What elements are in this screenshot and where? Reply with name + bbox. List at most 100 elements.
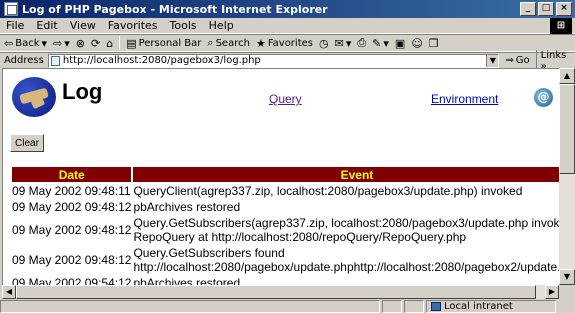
go-button[interactable]: ⇒ Go <box>505 55 529 66</box>
address-input[interactable]: http://localhost:2080/pagebox3/log.php ▼ <box>47 53 500 68</box>
event-cell: Query.GetSubscribers(agrep337.zip, local… <box>133 216 559 244</box>
search-button[interactable]: ⌕ Search <box>207 36 250 50</box>
title-bar: Log of PHP Pagebox - Microsoft Internet … <box>0 0 575 18</box>
chevron-down-icon: ▾ <box>383 36 389 50</box>
page-icon <box>4 2 18 16</box>
date-cell: 09 May 2002 09:54:12 <box>12 276 132 285</box>
history-button[interactable]: ◷ <box>319 37 329 50</box>
address-url: http://localhost:2080/pagebox3/log.php <box>62 55 261 66</box>
address-label: Address <box>4 55 44 66</box>
date-cell: 09 May 2002 09:48:12 <box>12 253 132 267</box>
discuss-button[interactable]: ▣ <box>395 37 405 50</box>
globe-logo-icon <box>12 77 56 117</box>
home-button[interactable]: ⌂ <box>106 37 113 50</box>
date-cell: 09 May 2002 09:48:11 <box>12 184 131 198</box>
query-link[interactable]: Query <box>269 92 302 106</box>
close-button[interactable]: × <box>556 2 572 16</box>
table-row: 09 May 2002 09:48:12 Query.GetSubscriber… <box>12 246 559 274</box>
scroll-left-icon[interactable]: ◀ <box>2 285 16 299</box>
minimize-button[interactable]: _ <box>520 2 536 16</box>
menu-edit[interactable]: Edit <box>35 19 58 32</box>
favorites-button[interactable]: ★ Favorites <box>256 37 313 50</box>
go-label: Go <box>515 55 530 66</box>
links-label: Links <box>540 49 567 61</box>
chevron-down-icon: ▾ <box>41 36 48 50</box>
home-icon: ⌂ <box>106 36 114 50</box>
status-cell <box>404 299 424 313</box>
vertical-scroll-thumb[interactable] <box>559 84 575 174</box>
go-arrow-icon: ⇒ <box>505 55 514 66</box>
personal-bar-label: Personal Bar <box>138 37 202 49</box>
status-cell <box>382 299 402 313</box>
print-icon: ⎙ <box>357 36 367 49</box>
page-header: Log Query Environment @ <box>3 69 559 129</box>
back-button[interactable]: ⇦ Back ▾ <box>4 37 47 50</box>
window-title: Log of PHP Pagebox - Microsoft Internet … <box>22 2 328 16</box>
favorites-icon: ★ <box>255 36 266 50</box>
edit-icon: ✎ <box>372 36 382 50</box>
search-label: Search <box>215 37 250 49</box>
maximize-button[interactable]: □ <box>538 2 554 16</box>
vertical-scrollbar[interactable]: ▲ ▼ <box>559 68 575 285</box>
table-row: 09 May 2002 09:48:12 Query.GetSubscriber… <box>12 216 559 244</box>
personal-bar-button[interactable]: ▤ Personal Bar <box>126 37 201 50</box>
research-button[interactable]: ❐ <box>429 37 439 50</box>
event-cell: Query.GetSubscribers found http://localh… <box>133 246 559 274</box>
print-button[interactable]: ⎙ <box>357 36 366 50</box>
research-icon: ❐ <box>428 36 439 50</box>
horizontal-scroll-thumb[interactable] <box>16 285 536 299</box>
status-bar: Local intranet <box>0 299 575 313</box>
clear-button[interactable]: Clear <box>10 134 44 152</box>
security-zone: Local intranet <box>426 299 556 313</box>
event-cell: pbArchives restored <box>133 200 241 214</box>
table-row: 09 May 2002 09:48:12 pbArchives restored <box>12 200 559 214</box>
environment-link[interactable]: Environment <box>431 92 498 106</box>
event-column-header: Event <box>133 167 559 182</box>
event-cell: pbArchives restored <box>133 276 241 285</box>
scroll-right-icon[interactable]: ▶ <box>545 285 559 299</box>
page-title: Log <box>62 79 103 104</box>
chevron-down-icon: ▾ <box>64 36 70 50</box>
window-controls: _ □ × <box>520 2 572 16</box>
browser-window: Log of PHP Pagebox - Microsoft Internet … <box>0 0 575 313</box>
messenger-button[interactable]: ☺ <box>411 37 422 50</box>
table-header-row: Date Event <box>12 167 559 182</box>
page-viewport: Log Query Environment @ Clear Date Event… <box>2 68 559 285</box>
menu-view[interactable]: View <box>69 19 97 32</box>
log-table: Date Event 09 May 2002 09:48:11 QueryCli… <box>10 165 559 285</box>
personal-bar-icon: ▤ <box>126 36 137 50</box>
at-sign-icon[interactable]: @ <box>534 88 553 107</box>
menu-file[interactable]: File <box>5 19 25 32</box>
stop-icon: ⊗ <box>75 36 85 50</box>
date-cell: 09 May 2002 09:48:12 <box>12 223 132 237</box>
table-row: 09 May 2002 09:48:11 QueryClient(agrep33… <box>12 184 559 198</box>
menu-bar: File Edit View Favorites Tools Help <box>0 18 575 34</box>
page-icon <box>50 55 60 66</box>
toolbar: ⇦ Back ▾ ⇨ ▾ ⊗ ⟳ ⌂ ▤ Personal Bar ⌕ Sear… <box>0 34 575 52</box>
messenger-icon: ☺ <box>411 36 423 50</box>
horizontal-scrollbar[interactable]: ◀ ▶ <box>2 285 559 299</box>
edit-button[interactable]: ✎ ▾ <box>372 37 389 50</box>
stop-button[interactable]: ⊗ <box>76 37 85 50</box>
intranet-icon <box>431 301 441 311</box>
back-arrow-icon: ⇦ <box>4 36 14 50</box>
back-label: Back <box>15 37 40 49</box>
table-row: 09 May 2002 09:54:12 pbArchives restored <box>12 276 559 285</box>
chevron-down-icon[interactable]: ▼ <box>486 54 499 67</box>
scroll-up-icon[interactable]: ▲ <box>559 68 575 84</box>
refresh-button[interactable]: ⟳ <box>91 37 100 50</box>
mail-button[interactable]: ✉ ▾ <box>335 37 352 50</box>
mail-icon: ✉ <box>334 36 344 50</box>
address-bar: Address http://localhost:2080/pagebox3/l… <box>0 49 575 72</box>
event-cell: QueryClient(agrep337.zip, localhost:2080… <box>133 184 523 198</box>
date-column-header: Date <box>12 167 132 182</box>
status-text-cell <box>0 299 380 313</box>
menu-help[interactable]: Help <box>208 19 235 32</box>
scroll-down-icon[interactable]: ▼ <box>559 269 575 285</box>
menu-tools[interactable]: Tools <box>169 19 198 32</box>
forward-button[interactable]: ⇨ ▾ <box>53 37 70 50</box>
menu-favorites[interactable]: Favorites <box>107 19 159 32</box>
discuss-icon: ▣ <box>394 36 406 50</box>
history-icon: ◷ <box>318 36 329 50</box>
favorites-label: Favorites <box>267 37 313 49</box>
